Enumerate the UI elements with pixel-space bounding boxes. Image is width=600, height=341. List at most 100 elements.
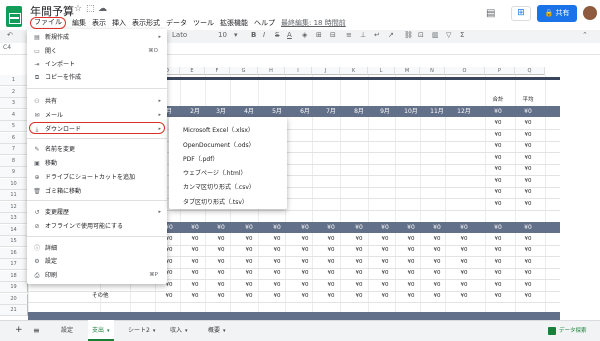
file-menu-item-new[interactable]: ▤ 新規作成 ▸ [27,32,167,43]
star-icon[interactable]: ☆ [74,4,82,14]
row-header[interactable]: 9 [0,167,28,178]
menu-extensions[interactable]: 拡張機能 [220,17,248,29]
menu-format[interactable]: 表示形式 [132,17,160,29]
menu-view[interactable]: 表示 [92,17,106,29]
row-header[interactable]: 15 [0,236,28,247]
sheets-logo-icon[interactable] [6,6,22,27]
font-size-select[interactable]: 10 [218,31,227,39]
column-header[interactable]: E [180,67,205,75]
download-option-csv[interactable]: カンマ区切り形式（.csv） [183,182,255,193]
filter-icon[interactable]: ▽ [446,31,451,39]
column-header[interactable]: L [368,67,395,75]
insert-chart-icon[interactable]: ▥ [432,31,439,39]
undo-icon[interactable]: ↶ [7,31,13,39]
column-header[interactable]: J [312,67,340,75]
row-header[interactable]: 16 [0,247,28,259]
meet-button[interactable]: ⊞ [511,6,531,21]
row-header[interactable]: 11 [0,190,28,201]
font-select[interactable]: Lato [172,31,187,39]
row-header[interactable]: 2 [0,86,28,98]
text-color-icon[interactable]: A [287,31,292,39]
last-edit-link[interactable]: 最終編集: 18 時間前 [281,17,346,29]
column-header[interactable]: H [258,67,285,75]
text-rotation-icon[interactable]: ↗ [388,31,394,39]
tab-settings[interactable]: 設定 [57,320,77,341]
tab-income[interactable]: 収入 ▾ [166,320,192,341]
file-menu-item-move[interactable]: ▣ 移動 [27,158,167,169]
collapse-menu-icon[interactable]: ⌃ [582,31,588,39]
row-header[interactable]: 7 [0,144,28,155]
cell-reference[interactable]: C4 [3,44,11,51]
merge-cells-icon[interactable]: ⊟ [330,31,336,39]
column-header[interactable]: M [395,67,420,75]
row-header[interactable]: 20 [0,293,28,305]
file-menu-item-rename[interactable]: ✎ 名前を変更 [27,144,167,155]
tab-sheet2[interactable]: シート2 ▾ [124,320,159,341]
download-option-pdf[interactable]: PDF（.pdf） [183,154,218,165]
font-size-dropdown-icon[interactable]: ▾ [234,31,238,39]
file-menu-item-make-copy[interactable]: ⧉ コピーを作成 [27,72,167,83]
row-header[interactable]: 17 [0,259,28,270]
share-button[interactable]: 🔒 共有 [537,5,577,22]
tab-expenses[interactable]: 支出 ▾ [88,320,114,341]
menu-help[interactable]: ヘルプ [254,17,275,29]
column-header[interactable]: I [285,67,312,75]
row-header[interactable]: 21 [0,305,28,316]
file-menu-item-share[interactable]: ⚇ 共有 ▸ [27,96,167,107]
comment-history-icon[interactable]: ▤ [486,8,495,19]
cloud-status-icon[interactable]: ☁ [98,4,107,14]
functions-icon[interactable]: Σ [460,31,464,39]
column-header[interactable]: Q [515,67,545,75]
row-header[interactable]: 1 [0,75,28,86]
column-header[interactable]: O [445,67,485,75]
row-header[interactable]: 18 [0,270,28,282]
column-header[interactable]: G [230,67,258,75]
avatar[interactable] [583,6,597,20]
file-menu-item-print[interactable]: ⎙ 印刷 ⌘P [27,270,167,281]
row-header[interactable]: 4 [0,109,28,121]
menu-file[interactable]: ファイル [30,17,66,29]
download-option-ods[interactable]: OpenDocument（.ods） [183,140,255,151]
column-header[interactable]: P [485,67,515,75]
file-menu-item-settings[interactable]: ⚙ 設定 [27,256,167,267]
file-menu-item-version-history[interactable]: ↺ 変更履歴 ▸ [27,207,167,218]
wrap-text-icon[interactable]: ↵ [374,31,380,39]
row-header[interactable]: 3 [0,98,28,109]
move-icon[interactable]: ⬚ [86,4,95,14]
column-header[interactable]: K [340,67,368,75]
insert-comment-icon[interactable]: ⊡ [418,31,424,39]
add-sheet-button[interactable]: + [15,320,23,341]
column-header[interactable]: F [205,67,230,75]
download-option-html[interactable]: ウェブページ（.html） [183,168,246,179]
bold-icon[interactable]: B [251,31,256,39]
italic-icon[interactable]: I [263,31,265,39]
strikethrough-icon[interactable]: S [275,31,279,39]
download-option-xlsx[interactable]: Microsoft Excel（.xlsx） [183,125,254,136]
row-header[interactable]: 12 [0,201,28,213]
menu-edit[interactable]: 編集 [72,17,86,29]
align-left-icon[interactable]: ≡ [346,31,352,39]
row-header[interactable]: 13 [0,213,28,224]
file-menu-item-make-offline[interactable]: ⊘ オフラインで使用可能にする [27,221,167,232]
borders-icon[interactable]: ⊞ [316,31,322,39]
file-menu-item-import[interactable]: ⇥ インポート [27,59,167,70]
file-menu-item-open[interactable]: ▭ 開く ⌘O [27,46,167,57]
menu-insert[interactable]: 挿入 [112,17,126,29]
file-menu-item-email[interactable]: ✉ メール ▸ [27,110,167,121]
explore-button[interactable]: データ探索 [548,324,598,338]
row-header[interactable]: 8 [0,155,28,167]
vertical-align-icon[interactable]: ⊥ [360,31,366,39]
file-menu-item-details[interactable]: ⓘ 詳細 [27,243,167,254]
menu-data[interactable]: データ [166,17,187,29]
menu-tools[interactable]: ツール [193,17,214,29]
row-header[interactable]: 14 [0,224,28,236]
tab-menu-icon[interactable]: ▾ [153,328,156,334]
file-menu-item-add-shortcut[interactable]: ⊕ ドライブにショートカットを追加 [27,172,167,183]
tab-menu-icon[interactable]: ▾ [107,328,110,334]
column-header[interactable]: N [420,67,445,75]
tab-menu-icon[interactable]: ▾ [185,328,188,334]
fill-color-icon[interactable]: ◈ [302,31,307,39]
row-header[interactable]: 10 [0,178,28,190]
row-header[interactable]: 19 [0,282,28,293]
tab-menu-icon[interactable]: ▾ [223,328,226,334]
